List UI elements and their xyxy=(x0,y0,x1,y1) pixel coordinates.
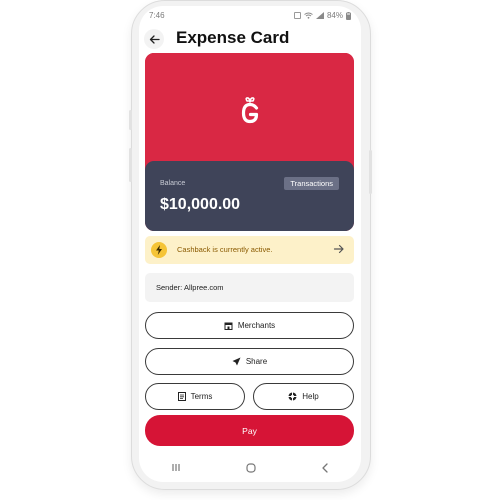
volume-button xyxy=(129,110,132,130)
document-icon xyxy=(177,392,186,401)
screen: 7:46 84% Expense Card Balance $10,000.00… xyxy=(139,6,361,482)
send-icon xyxy=(232,357,241,366)
status-bar: 7:46 84% xyxy=(139,6,361,26)
transactions-button[interactable]: Transactions xyxy=(284,177,339,190)
back-nav-icon[interactable] xyxy=(321,462,329,473)
recents-icon[interactable] xyxy=(171,463,181,472)
balance-value: $10,000.00 xyxy=(160,196,241,213)
terms-label: Terms xyxy=(190,392,213,401)
sender-text: Sender: Allpree.com xyxy=(156,283,224,292)
arrow-left-icon xyxy=(149,34,160,44)
home-icon[interactable] xyxy=(246,462,256,473)
lightning-icon xyxy=(151,242,167,258)
expense-card: Balance $10,000.00 Transactions xyxy=(145,53,354,231)
share-button[interactable]: Share xyxy=(145,348,354,375)
cashback-banner[interactable]: Cashback is currently active. xyxy=(145,236,354,264)
store-icon xyxy=(224,322,233,330)
status-time: 7:46 xyxy=(149,11,165,20)
notification-icon xyxy=(293,12,301,19)
sender-info: Sender: Allpree.com xyxy=(145,273,354,302)
help-button[interactable]: Help xyxy=(253,383,354,410)
android-nav-bar xyxy=(139,453,361,482)
status-icons: 84% xyxy=(293,11,351,20)
merchants-button[interactable]: Merchants xyxy=(145,312,354,339)
wifi-icon xyxy=(304,12,313,19)
merchants-label: Merchants xyxy=(237,321,276,330)
share-label: Share xyxy=(245,357,268,366)
lifebuoy-icon xyxy=(288,392,297,401)
arrow-right-icon xyxy=(333,244,344,254)
header: Expense Card xyxy=(139,26,361,52)
gift-logo-icon xyxy=(241,97,259,124)
cashback-text: Cashback is currently active. xyxy=(177,245,273,254)
volume-button xyxy=(129,148,132,182)
power-button xyxy=(369,150,372,194)
back-button[interactable] xyxy=(144,29,164,49)
balance-label: Balance xyxy=(160,180,186,187)
help-label: Help xyxy=(302,392,319,401)
page-title: Expense Card xyxy=(176,28,290,47)
card-balance-panel: Balance $10,000.00 Transactions xyxy=(145,161,354,231)
signal-icon xyxy=(315,12,324,19)
battery-icon xyxy=(346,11,351,20)
battery-percent: 84% xyxy=(326,11,343,20)
card-brand-area xyxy=(145,53,354,161)
pay-button[interactable]: Pay xyxy=(145,415,354,446)
terms-button[interactable]: Terms xyxy=(145,383,245,410)
